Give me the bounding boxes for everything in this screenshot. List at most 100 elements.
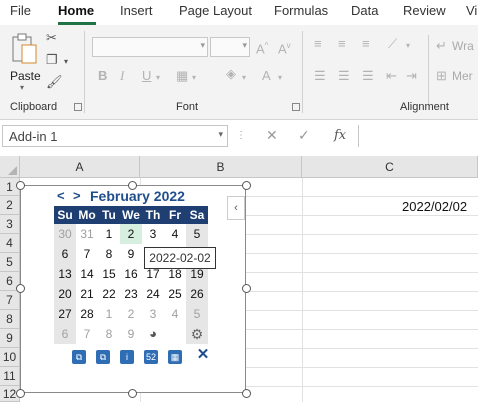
column-header-c[interactable]: C <box>302 156 478 178</box>
tab-view[interactable]: Vi <box>466 3 477 18</box>
calendar-day[interactable]: 4 <box>164 224 186 244</box>
calendar-day[interactable]: 31 <box>76 224 98 244</box>
increase-font-icon[interactable]: A^ <box>256 39 268 56</box>
merge-label[interactable]: Mer <box>452 69 473 83</box>
chevron-down-icon[interactable]: ▾ <box>192 71 196 85</box>
calendar-day[interactable]: 16 <box>120 264 142 284</box>
tab-formulas[interactable]: Formulas <box>274 3 328 18</box>
merge-icon[interactable]: ⊞ <box>436 69 447 83</box>
calendar-day[interactable]: 7 <box>76 244 98 264</box>
chevron-down-icon[interactable]: ▾ <box>278 71 282 85</box>
chevron-down-icon[interactable]: ▾ <box>218 129 223 140</box>
align-center-icon[interactable]: ☰ <box>338 69 350 83</box>
chevron-down-icon[interactable]: ▾ <box>156 71 160 85</box>
increase-indent-icon[interactable]: ⇥ <box>406 69 417 83</box>
font-launcher-icon[interactable] <box>292 103 300 111</box>
calendar-day[interactable]: 6 <box>54 324 76 344</box>
font-color-icon[interactable]: A <box>262 69 271 83</box>
calendar-day[interactable]: 3 <box>142 224 164 244</box>
formula-input[interactable] <box>358 125 478 147</box>
row-header[interactable]: 5 <box>0 253 20 272</box>
tab-home[interactable]: Home <box>58 3 94 18</box>
calendar-day[interactable]: 15 <box>98 264 120 284</box>
align-right-icon[interactable]: ☰ <box>362 69 374 83</box>
resize-handle[interactable] <box>16 284 25 293</box>
tab-file[interactable]: File <box>10 3 31 18</box>
insert-function-icon[interactable]: fx <box>334 128 346 143</box>
italic-icon[interactable]: I <box>120 69 124 83</box>
enter-icon[interactable]: ✓ <box>298 127 310 144</box>
decrease-font-icon[interactable]: Av <box>278 39 291 56</box>
week-number-icon[interactable]: 52 <box>144 350 158 364</box>
calendar-day[interactable]: 13 <box>54 264 76 284</box>
chevron-down-icon[interactable]: ▾ <box>64 55 68 69</box>
decrease-indent-icon[interactable]: ⇤ <box>386 69 397 83</box>
align-middle-icon[interactable]: ≡ <box>338 37 346 51</box>
chevron-down-icon[interactable]: ▾ <box>242 71 246 85</box>
column-header-a[interactable]: A <box>20 156 140 178</box>
tab-data[interactable]: Data <box>351 3 378 18</box>
row-header[interactable]: 4 <box>0 234 20 253</box>
calendar-day[interactable]: 4 <box>164 304 186 324</box>
orientation-icon[interactable]: ⟋ <box>388 37 397 51</box>
calendar-day[interactable]: 28 <box>76 304 98 324</box>
chevron-down-icon[interactable]: ▾ <box>406 39 410 53</box>
wrap-text-icon[interactable]: ↵ <box>436 39 447 53</box>
column-header-b[interactable]: B <box>140 156 302 178</box>
calendar-day[interactable]: 9 <box>120 244 142 264</box>
calendar-day[interactable]: 3 <box>142 304 164 324</box>
borders-icon[interactable]: ▦ <box>176 69 188 83</box>
wrap-text-label[interactable]: Wra <box>452 39 474 53</box>
calendar-day[interactable]: 8 <box>98 324 120 344</box>
row-header[interactable]: 2 <box>0 196 20 215</box>
font-name-combo[interactable]: ▾ <box>92 37 208 57</box>
calendar-day[interactable]: 14 <box>76 264 98 284</box>
format-painter-icon[interactable]: 🖌 <box>46 75 63 89</box>
bold-icon[interactable]: B <box>98 69 107 83</box>
row-header[interactable]: 3 <box>0 215 20 234</box>
info-icon[interactable]: i <box>120 350 134 364</box>
resize-handle[interactable] <box>128 389 137 398</box>
cancel-icon[interactable]: ✕ <box>266 127 278 144</box>
calendar-day[interactable]: 7 <box>76 324 98 344</box>
resize-handle[interactable] <box>16 389 25 398</box>
insert-left-icon[interactable]: ⧉ <box>72 350 86 364</box>
select-all-button[interactable] <box>0 156 20 178</box>
splitter-handle[interactable]: ⋮ <box>236 130 246 141</box>
row-header[interactable]: 10 <box>0 348 20 367</box>
calendar-day[interactable]: 23 <box>120 284 142 304</box>
calendar-day[interactable]: 30 <box>54 224 76 244</box>
cell-c2-value[interactable]: 2022/02/02 <box>402 199 467 214</box>
calendar-day[interactable]: 8 <box>98 244 120 264</box>
calendar-day[interactable]: 2 <box>120 304 142 324</box>
calendar-day[interactable]: 26 <box>186 284 208 304</box>
clipboard-launcher-icon[interactable] <box>74 103 82 111</box>
font-size-combo[interactable]: ▾ <box>210 37 250 57</box>
fill-color-icon[interactable]: ◈ <box>226 67 236 81</box>
calendar-day[interactable]: 25 <box>164 284 186 304</box>
copy-icon[interactable]: ❐ <box>46 53 58 67</box>
tab-insert[interactable]: Insert <box>120 3 153 18</box>
underline-icon[interactable]: U <box>142 69 151 83</box>
align-bottom-icon[interactable]: ≡ <box>362 37 370 51</box>
tab-review[interactable]: Review <box>403 3 446 18</box>
calendar-icon[interactable]: ▦ <box>168 350 182 364</box>
calendar-day[interactable]: 21 <box>76 284 98 304</box>
calendar-day[interactable]: 6 <box>54 244 76 264</box>
cut-icon[interactable]: ✂ <box>46 31 57 45</box>
calendar-day[interactable]: 1 <box>98 224 120 244</box>
insert-right-icon[interactable]: ⧉ <box>96 350 110 364</box>
calendar-addin[interactable]: < > February 2022 ‹ Su Mo Tu We Th Fr Sa… <box>20 185 246 393</box>
row-header[interactable]: 8 <box>0 310 20 329</box>
month-title[interactable]: February 2022 <box>90 188 185 204</box>
gear-icon[interactable]: ⚙ <box>186 324 208 344</box>
prev-month-button[interactable]: < <box>57 188 65 203</box>
calendar-day-today[interactable]: 2 <box>120 224 142 244</box>
resize-handle[interactable] <box>242 284 251 293</box>
align-left-icon[interactable]: ☰ <box>314 69 326 83</box>
resize-handle[interactable] <box>242 181 251 190</box>
calendar-day[interactable]: 9 <box>120 324 142 344</box>
row-header[interactable]: 11 <box>0 367 20 386</box>
clock-icon[interactable]: ◕ <box>142 324 164 344</box>
row-header[interactable]: 9 <box>0 329 20 348</box>
